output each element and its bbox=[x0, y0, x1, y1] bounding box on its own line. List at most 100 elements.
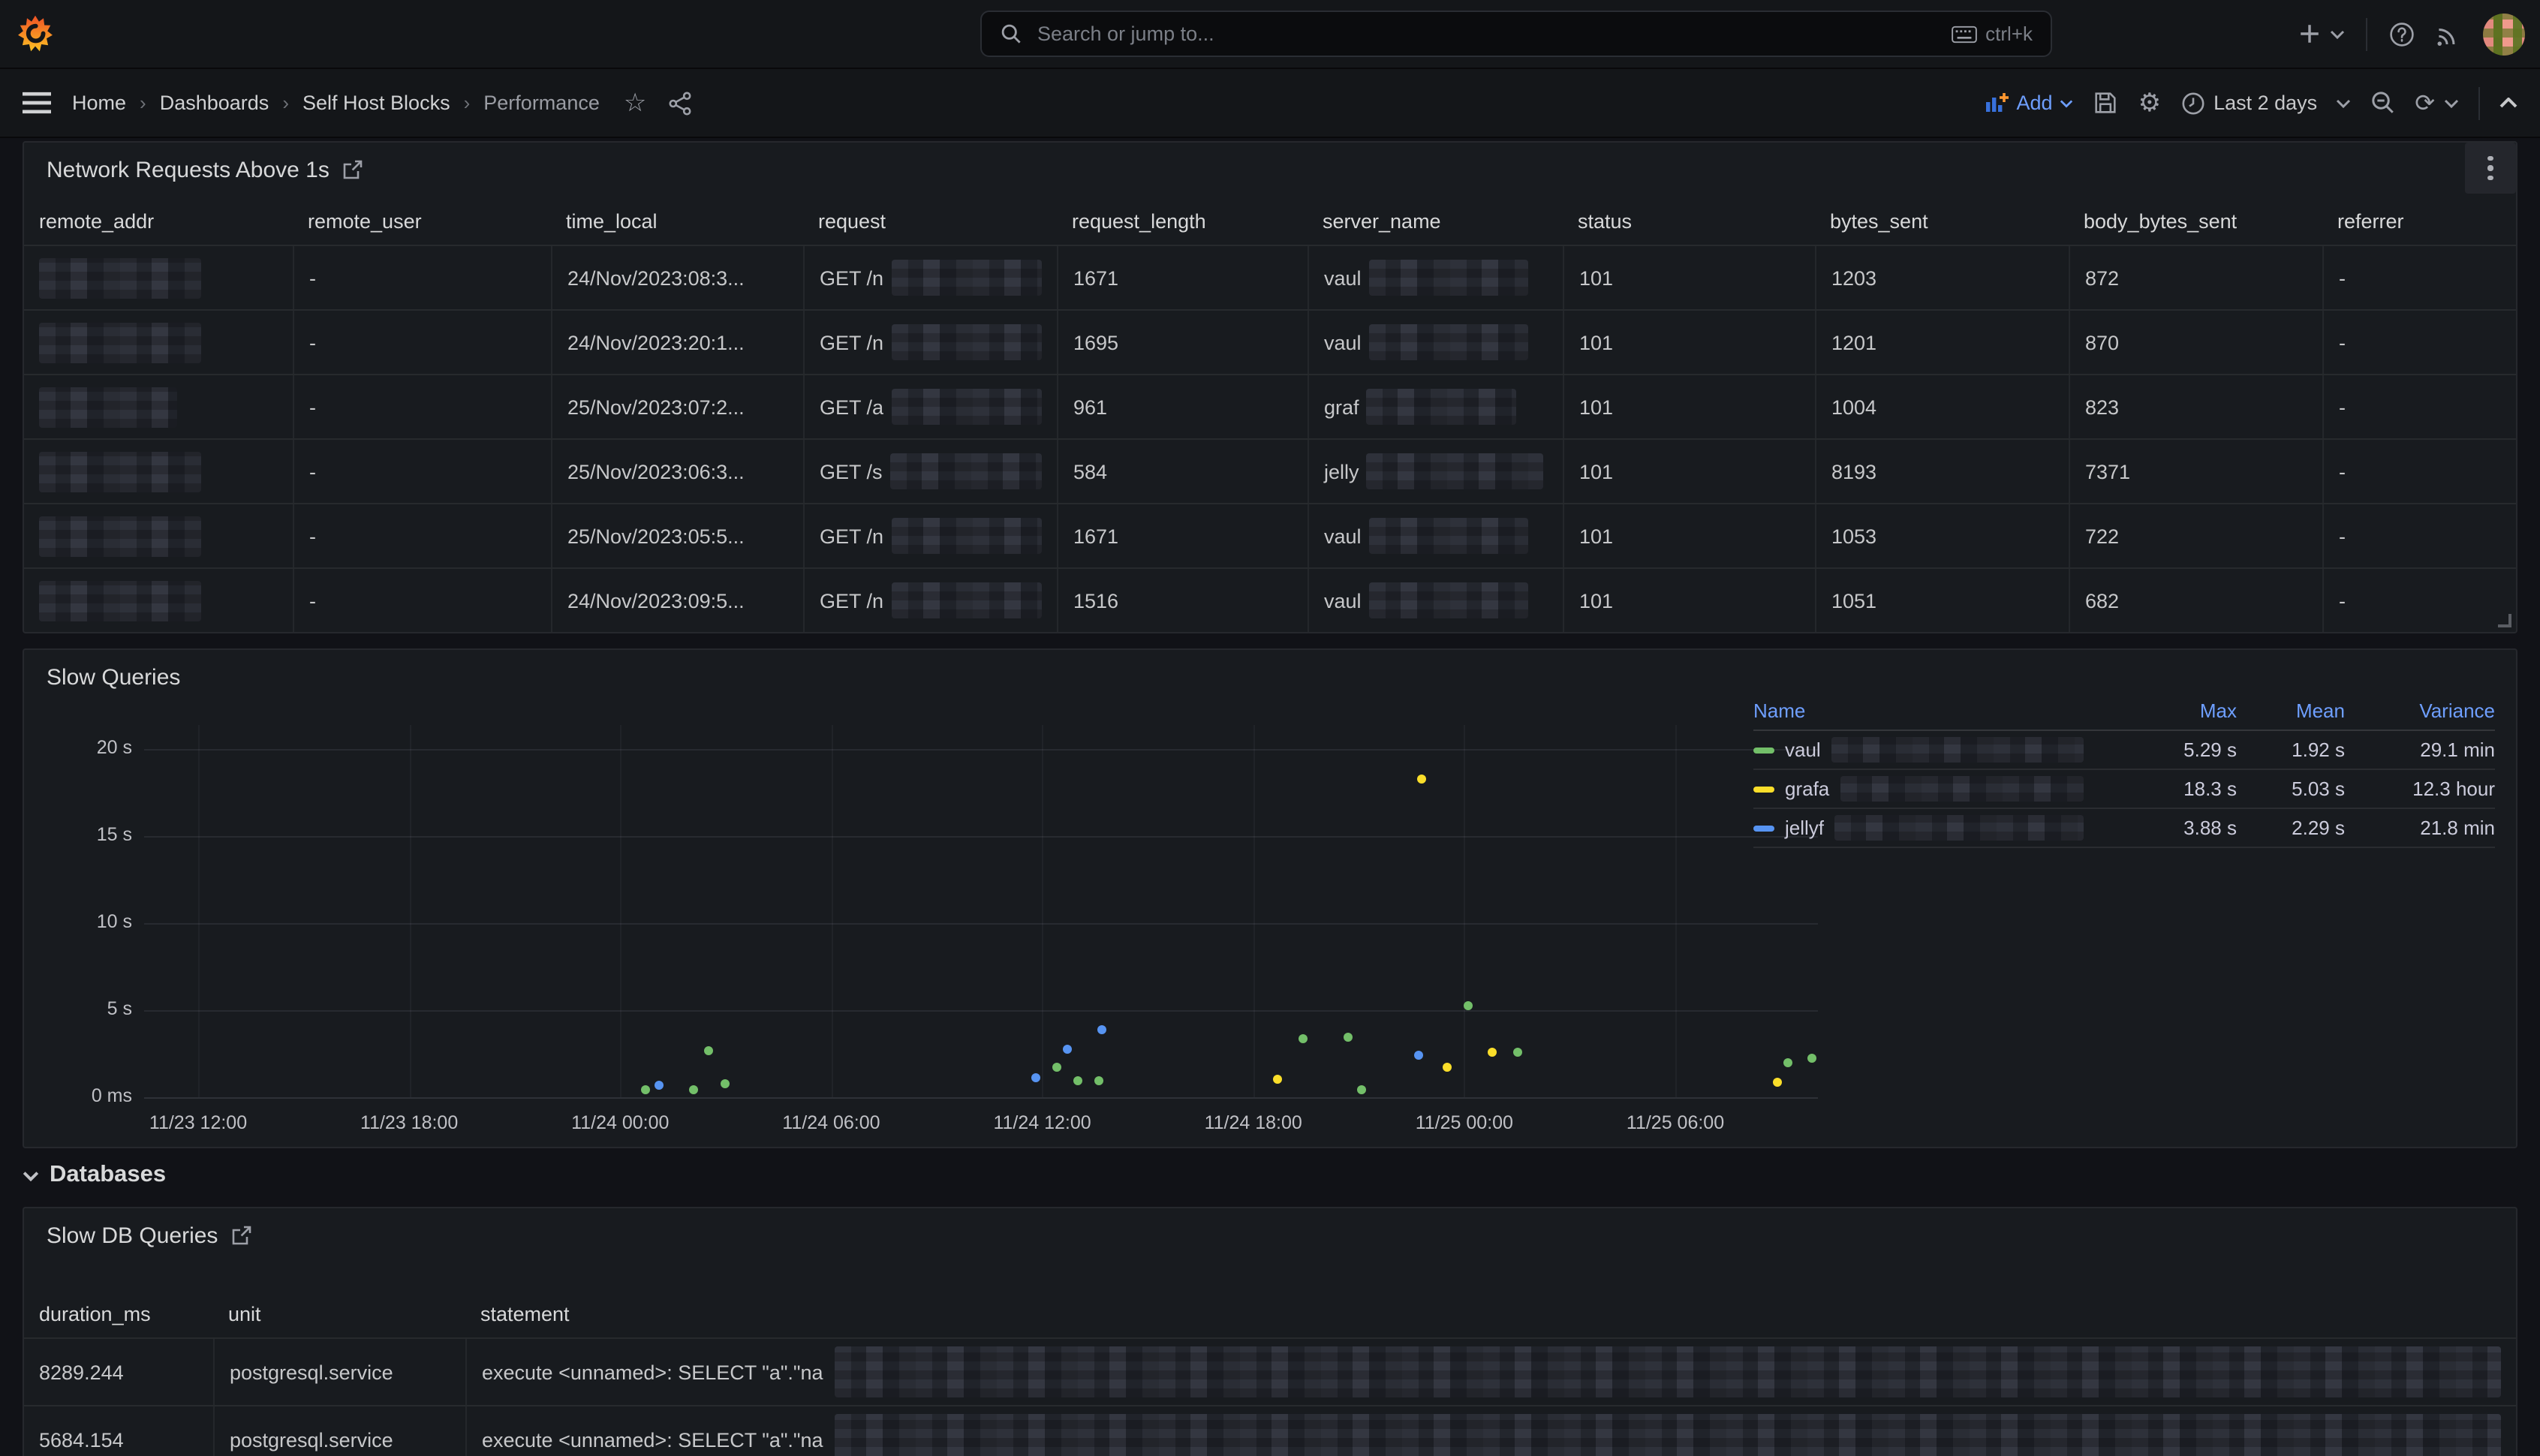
data-point-vaul[interactable] bbox=[1344, 1033, 1353, 1042]
data-point-vaul[interactable] bbox=[1783, 1058, 1792, 1067]
redacted-content bbox=[891, 260, 1042, 296]
legend-max: 3.88 s bbox=[2129, 817, 2237, 839]
cell: vaul bbox=[1308, 311, 1563, 374]
data-point-vaul[interactable] bbox=[721, 1080, 730, 1089]
cell-text: execute <unnamed>: SELECT "a"."na bbox=[482, 1361, 823, 1383]
table-row: 8289.244postgresql.serviceexecute <unnam… bbox=[24, 1337, 2516, 1405]
legend-column-max[interactable]: Max bbox=[2129, 699, 2237, 722]
data-point-vaul[interactable] bbox=[1358, 1085, 1367, 1094]
redacted-content bbox=[1369, 518, 1528, 554]
data-point-grafa[interactable] bbox=[1418, 774, 1427, 783]
legend-series-name[interactable]: grafa bbox=[1753, 776, 2129, 802]
panel-menu-button[interactable] bbox=[2465, 143, 2516, 194]
column-header-status[interactable]: status bbox=[1563, 197, 1815, 245]
external-link-icon[interactable] bbox=[343, 159, 364, 180]
redacted-content bbox=[1369, 260, 1528, 296]
breadcrumb-item[interactable]: Dashboards bbox=[160, 92, 269, 114]
data-point-grafa[interactable] bbox=[1274, 1075, 1283, 1084]
data-point-vaul[interactable] bbox=[690, 1085, 699, 1094]
external-link-icon[interactable] bbox=[231, 1225, 252, 1246]
breadcrumb-item[interactable]: Self Host Blocks bbox=[302, 92, 450, 114]
column-header-time_local[interactable]: time_local bbox=[551, 197, 803, 245]
breadcrumb-item[interactable]: Home bbox=[72, 92, 126, 114]
redacted-content bbox=[891, 324, 1042, 360]
column-header-request[interactable]: request bbox=[803, 197, 1057, 245]
slow-db-table: duration_msunitstatement8289.244postgres… bbox=[24, 1289, 2516, 1456]
data-point-vaul[interactable] bbox=[1298, 1033, 1307, 1042]
data-point-grafa[interactable] bbox=[1442, 1063, 1451, 1072]
column-header-unit[interactable]: unit bbox=[213, 1289, 465, 1337]
column-header-remote_user[interactable]: remote_user bbox=[293, 197, 551, 245]
data-point-jellyf[interactable] bbox=[655, 1081, 664, 1090]
series-color-pill bbox=[1753, 825, 1774, 831]
data-point-jellyf[interactable] bbox=[1097, 1025, 1106, 1034]
cell: execute <unnamed>: SELECT "a"."na bbox=[465, 1339, 2516, 1405]
column-header-request_length[interactable]: request_length bbox=[1057, 197, 1308, 245]
panel-title[interactable]: Slow DB Queries bbox=[47, 1223, 218, 1248]
panel-header[interactable]: Slow DB Queries bbox=[24, 1208, 2516, 1262]
avatar[interactable] bbox=[2483, 13, 2525, 55]
data-point-vaul[interactable] bbox=[1073, 1076, 1082, 1085]
panel-title[interactable]: Network Requests Above 1s bbox=[47, 157, 330, 182]
cell: 682 bbox=[2069, 569, 2322, 632]
section-row-databases[interactable]: Databases bbox=[23, 1162, 166, 1189]
search-shortcut: ctrl+k bbox=[1951, 23, 2033, 45]
save-icon[interactable] bbox=[2093, 90, 2119, 116]
column-header-bytes_sent[interactable]: bytes_sent bbox=[1815, 197, 2069, 245]
data-point-vaul[interactable] bbox=[640, 1085, 649, 1094]
data-point-vaul[interactable] bbox=[1808, 1054, 1817, 1063]
table-row: -25/Nov/2023:06:3...GET /s584jelly101819… bbox=[24, 438, 2516, 503]
data-point-grafa[interactable] bbox=[1488, 1048, 1497, 1057]
zoom-out-icon[interactable] bbox=[2370, 90, 2395, 116]
cell: - bbox=[2322, 569, 2516, 632]
x-axis-tick: 11/24 06:00 bbox=[782, 1112, 880, 1133]
x-axis-tick: 11/23 12:00 bbox=[149, 1112, 247, 1133]
legend-variance: 29.1 min bbox=[2345, 739, 2495, 761]
data-point-jellyf[interactable] bbox=[1414, 1051, 1423, 1060]
data-point-vaul[interactable] bbox=[1052, 1063, 1061, 1072]
menu-icon[interactable] bbox=[23, 92, 51, 114]
share-icon[interactable] bbox=[667, 91, 691, 115]
cell: 101 bbox=[1563, 311, 1815, 374]
collapse-toolbar-icon[interactable] bbox=[2499, 98, 2517, 108]
data-point-jellyf[interactable] bbox=[1031, 1073, 1040, 1082]
cell: - bbox=[293, 569, 551, 632]
data-point-jellyf[interactable] bbox=[1062, 1044, 1071, 1053]
data-point-vaul[interactable] bbox=[1512, 1048, 1521, 1057]
add-button[interactable]: Add bbox=[1985, 91, 2074, 115]
legend-column-variance[interactable]: Variance bbox=[2345, 699, 2495, 722]
redacted-content bbox=[835, 1346, 2501, 1397]
column-header-body_bytes_sent[interactable]: body_bytes_sent bbox=[2069, 197, 2322, 245]
keyboard-icon bbox=[1951, 25, 1976, 43]
legend-series-name[interactable]: vaul bbox=[1753, 737, 2129, 763]
cell-text: vaul bbox=[1324, 266, 1362, 289]
new-button[interactable] bbox=[2298, 23, 2345, 45]
search-box[interactable]: ctrl+k bbox=[980, 11, 2052, 57]
data-point-vaul[interactable] bbox=[1464, 1000, 1473, 1009]
star-icon[interactable]: ☆ bbox=[624, 88, 647, 118]
column-header-remote_addr[interactable]: remote_addr bbox=[24, 197, 293, 245]
panel-header[interactable]: Network Requests Above 1s bbox=[24, 143, 2516, 197]
column-header-statement[interactable]: statement bbox=[465, 1289, 2516, 1337]
column-header-duration_ms[interactable]: duration_ms bbox=[24, 1289, 213, 1337]
data-point-vaul[interactable] bbox=[703, 1045, 712, 1054]
data-point-vaul[interactable] bbox=[1094, 1076, 1103, 1085]
time-range-picker[interactable]: Last 2 days bbox=[2180, 91, 2350, 115]
chevron-down-icon bbox=[2060, 98, 2074, 107]
panel-resize-handle[interactable] bbox=[2498, 614, 2511, 627]
settings-icon[interactable]: ⚙ bbox=[2138, 88, 2162, 118]
chevron-down-icon bbox=[2444, 98, 2459, 107]
search-input[interactable] bbox=[1034, 21, 1939, 47]
legend-series-name[interactable]: jellyf bbox=[1753, 815, 2129, 841]
grafana-logo-icon[interactable] bbox=[15, 14, 56, 54]
column-header-server_name[interactable]: server_name bbox=[1308, 197, 1563, 245]
legend-column-name[interactable]: Name bbox=[1753, 699, 2129, 722]
x-axis-tick: 11/24 00:00 bbox=[571, 1112, 669, 1133]
refresh-button[interactable]: ⟳ bbox=[2415, 89, 2459, 117]
help-icon[interactable] bbox=[2388, 20, 2415, 47]
data-point-grafa[interactable] bbox=[1773, 1077, 1782, 1086]
column-header-referrer[interactable]: referrer bbox=[2322, 197, 2516, 245]
legend-column-mean[interactable]: Mean bbox=[2237, 699, 2345, 722]
news-icon[interactable] bbox=[2436, 21, 2462, 47]
cell: 823 bbox=[2069, 375, 2322, 438]
